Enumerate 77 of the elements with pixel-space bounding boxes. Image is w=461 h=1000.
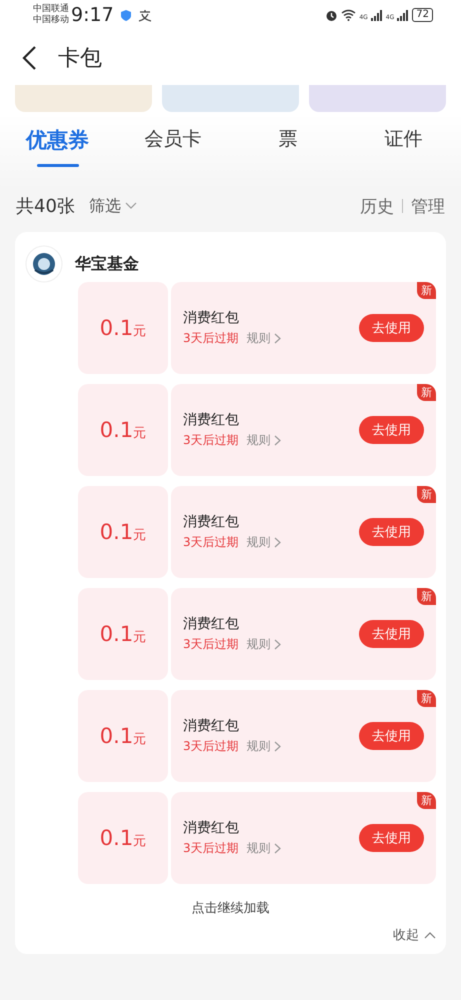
fund-logo-icon — [25, 245, 63, 283]
load-more-button[interactable]: 点击继续加载 — [186, 898, 276, 918]
manage-link[interactable]: 管理 — [411, 194, 445, 218]
expiry-text: 3天后过期 — [183, 432, 239, 449]
alarm-icon — [325, 8, 338, 22]
new-badge: 新 — [417, 588, 436, 605]
rules-link[interactable]: 规则 — [246, 738, 281, 755]
coupon-title: 消费红包 — [183, 411, 240, 429]
currency-unit: 元 — [133, 833, 146, 850]
chevron-right-icon — [274, 435, 281, 446]
chevron-right-icon — [274, 843, 281, 854]
expiry-text: 3天后过期 — [183, 636, 239, 653]
use-button[interactable]: 去使用 — [359, 620, 424, 648]
chevron-up-icon — [424, 931, 436, 939]
use-button[interactable]: 去使用 — [359, 722, 424, 750]
wifi-icon — [341, 9, 356, 21]
tab[interactable]: 证件 — [346, 126, 461, 165]
rules-link[interactable]: 规则 — [246, 432, 281, 449]
page-title: 卡包 — [58, 44, 102, 72]
signal-icon — [397, 10, 410, 20]
collapse-button[interactable]: 收起 — [393, 926, 436, 944]
coupon-amount: 0.1 — [100, 826, 134, 850]
tab[interactable]: 优惠券 — [0, 126, 116, 167]
currency-unit: 元 — [133, 731, 146, 748]
merchant-name: 华宝基金 — [75, 254, 139, 274]
coupon-amount: 0.1 — [100, 418, 134, 442]
use-button[interactable]: 去使用 — [359, 518, 424, 546]
coupon-amount: 0.1 — [100, 724, 134, 748]
signal-icon — [370, 10, 383, 20]
tab[interactable]: 票 — [230, 126, 346, 165]
banner-card[interactable] — [162, 85, 299, 112]
expiry-text: 3天后过期 — [183, 840, 239, 857]
history-link[interactable]: 历史 — [360, 194, 394, 218]
coupon-amount: 0.1 — [100, 520, 134, 544]
new-badge: 新 — [417, 282, 436, 299]
status-time: 9:17 — [71, 4, 114, 26]
chevron-down-icon — [124, 202, 137, 210]
coupon-amount: 0.1 — [100, 622, 134, 646]
currency-unit: 元 — [133, 323, 146, 340]
chevron-right-icon — [274, 333, 281, 344]
use-button[interactable]: 去使用 — [359, 314, 424, 342]
back-icon[interactable] — [20, 44, 38, 70]
coupon-title: 消费红包 — [183, 717, 240, 735]
tab[interactable]: 会员卡 — [115, 126, 230, 165]
use-button[interactable]: 去使用 — [359, 824, 424, 852]
chevron-right-icon — [274, 741, 281, 752]
filter-dropdown[interactable]: 筛选 — [88, 196, 137, 216]
chevron-right-icon — [274, 537, 281, 548]
rules-link[interactable]: 规则 — [246, 330, 281, 347]
currency-unit: 元 — [133, 425, 146, 442]
coupon-title: 消费红包 — [183, 819, 240, 837]
coupon-title: 消费红包 — [183, 615, 240, 633]
translate-icon — [138, 8, 152, 22]
carrier-name: 中国联通 — [33, 4, 69, 14]
coupon-title: 消费红包 — [183, 513, 240, 531]
coupon-title: 消费红包 — [183, 309, 240, 327]
new-badge: 新 — [417, 486, 436, 503]
rules-link[interactable]: 规则 — [246, 636, 281, 653]
expiry-text: 3天后过期 — [183, 534, 239, 551]
new-badge: 新 — [417, 792, 436, 809]
currency-unit: 元 — [133, 527, 146, 544]
expiry-text: 3天后过期 — [183, 330, 239, 347]
chevron-right-icon — [274, 639, 281, 650]
currency-unit: 元 — [133, 629, 146, 646]
shield-icon — [120, 8, 132, 22]
new-badge: 新 — [417, 690, 436, 707]
carrier-name: 中国移动 — [33, 15, 69, 26]
use-button[interactable]: 去使用 — [359, 416, 424, 444]
banner-card[interactable] — [309, 85, 446, 112]
expiry-text: 3天后过期 — [183, 738, 239, 755]
coupon-amount: 0.1 — [100, 316, 134, 340]
battery-level: 72 — [412, 8, 433, 22]
rules-link[interactable]: 规则 — [246, 840, 281, 857]
coupon-count: 共40张 — [16, 195, 75, 218]
new-badge: 新 — [417, 384, 436, 401]
banner-card[interactable] — [15, 85, 152, 112]
rules-link[interactable]: 规则 — [246, 534, 281, 551]
